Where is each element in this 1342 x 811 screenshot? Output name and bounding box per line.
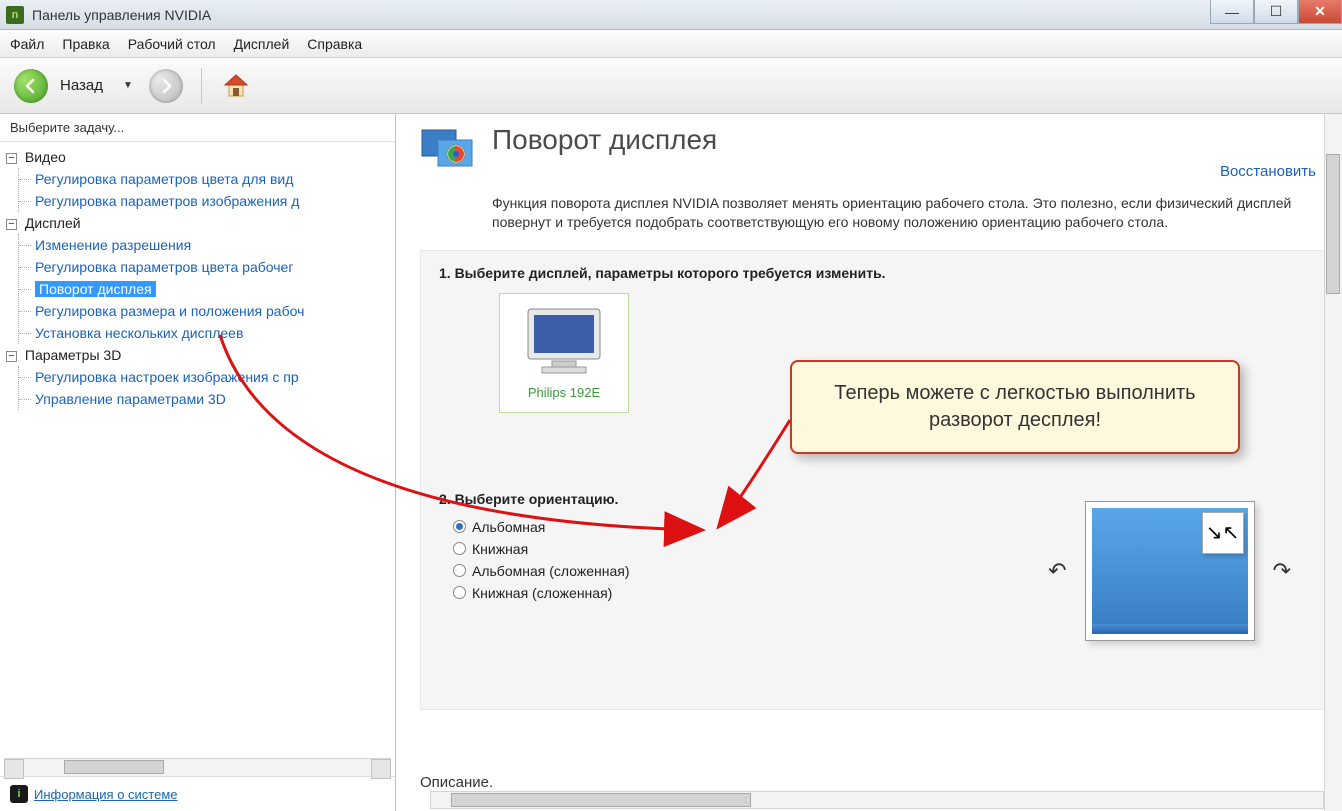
callout-text: Теперь можете с легкостью выполнить разв… [834, 382, 1195, 431]
settings-panel: 1. Выберите дисплей, параметры которого … [420, 250, 1332, 710]
toolbar: Назад ▼ [0, 58, 1342, 114]
page-description: Функция поворота дисплея NVIDIA позволяе… [396, 180, 1342, 242]
tree-item-3d-image[interactable]: Регулировка настроек изображения с пр [35, 369, 299, 385]
toolbar-separator [201, 68, 202, 104]
maximize-button[interactable]: ☐ [1254, 0, 1298, 24]
tree-item-multi-display[interactable]: Установка нескольких дисплеев [35, 325, 243, 341]
sidebar-hscrollbar[interactable] [4, 758, 391, 776]
display-selector[interactable]: Philips 192E [499, 293, 629, 413]
radio-dot-icon [453, 542, 466, 555]
forward-button[interactable] [149, 69, 183, 103]
tree-category-3d: Параметры 3D [25, 347, 121, 363]
sidebar-footer: i Информация о системе [0, 776, 395, 811]
content-pane: Поворот дисплея Восстановить Функция пов… [396, 114, 1342, 811]
sidebar: Выберите задачу... − Видео Регулировка п… [0, 114, 396, 811]
app-icon: n [6, 6, 24, 24]
step1-title: 1. Выберите дисплей, параметры которого … [439, 265, 1313, 281]
tree-toggle-video[interactable]: − [6, 153, 17, 164]
tree-item-desktop-size[interactable]: Регулировка размера и положения рабоч [35, 303, 304, 319]
radio-dot-icon [453, 520, 466, 533]
tree-item-desktop-color[interactable]: Регулировка параметров цвета рабочег [35, 259, 293, 275]
monitor-icon [522, 305, 606, 379]
tree-category-display: Дисплей [25, 215, 81, 231]
menubar: Файл Правка Рабочий стол Дисплей Справка [0, 30, 1342, 58]
system-info-link[interactable]: Информация о системе [34, 787, 178, 802]
menu-help[interactable]: Справка [307, 36, 362, 52]
flip-icon: ↘↖ [1202, 512, 1244, 554]
tree-item-3d-manage[interactable]: Управление параметрами 3D [35, 391, 226, 407]
orientation-preview: ↶ ↘↖ ↷ [1048, 501, 1291, 641]
tree-category-video: Видео [25, 149, 66, 165]
radio-label: Альбомная [472, 519, 545, 535]
menu-display[interactable]: Дисплей [234, 36, 290, 52]
window-title: Панель управления NVIDIA [32, 7, 211, 23]
back-label: Назад [60, 77, 103, 94]
tree-toggle-display[interactable]: − [6, 219, 17, 230]
tree-item-resolution[interactable]: Изменение разрешения [35, 237, 191, 253]
tree-item-rotate-display[interactable]: Поворот дисплея [35, 281, 156, 297]
restore-link[interactable]: Восстановить [1220, 133, 1322, 180]
page-title: Поворот дисплея [492, 124, 1220, 156]
content-hscrollbar[interactable] [430, 791, 1324, 809]
radio-dot-icon [453, 564, 466, 577]
radio-dot-icon [453, 586, 466, 599]
page-header-icon [416, 124, 482, 180]
rotate-right-icon[interactable]: ↷ [1273, 558, 1291, 584]
preview-monitor: ↘↖ [1085, 501, 1255, 641]
content-vscrollbar[interactable] [1324, 114, 1342, 811]
titlebar: n Панель управления NVIDIA — ☐ ✕ [0, 0, 1342, 30]
menu-file[interactable]: Файл [10, 36, 44, 52]
minimize-button[interactable]: — [1210, 0, 1254, 24]
sidebar-header: Выберите задачу... [0, 114, 395, 142]
rotate-left-icon[interactable]: ↶ [1048, 558, 1066, 584]
description-section-label: Описание. [420, 774, 493, 791]
radio-label: Альбомная (сложенная) [472, 563, 629, 579]
radio-label: Книжная (сложенная) [472, 585, 612, 601]
menu-edit[interactable]: Правка [62, 36, 109, 52]
back-history-dropdown[interactable]: ▼ [117, 80, 139, 91]
close-button[interactable]: ✕ [1298, 0, 1342, 24]
radio-label: Книжная [472, 541, 528, 557]
display-name: Philips 192E [528, 385, 600, 400]
task-tree: − Видео Регулировка параметров цвета для… [0, 142, 395, 752]
annotation-callout: Теперь можете с легкостью выполнить разв… [790, 360, 1240, 454]
tree-item-video-image[interactable]: Регулировка параметров изображения д [35, 193, 299, 209]
tree-item-video-color[interactable]: Регулировка параметров цвета для вид [35, 171, 293, 187]
menu-desktop[interactable]: Рабочий стол [128, 36, 216, 52]
info-icon: i [10, 785, 28, 803]
home-button[interactable] [220, 70, 252, 102]
tree-toggle-3d[interactable]: − [6, 351, 17, 362]
back-button[interactable] [14, 69, 48, 103]
